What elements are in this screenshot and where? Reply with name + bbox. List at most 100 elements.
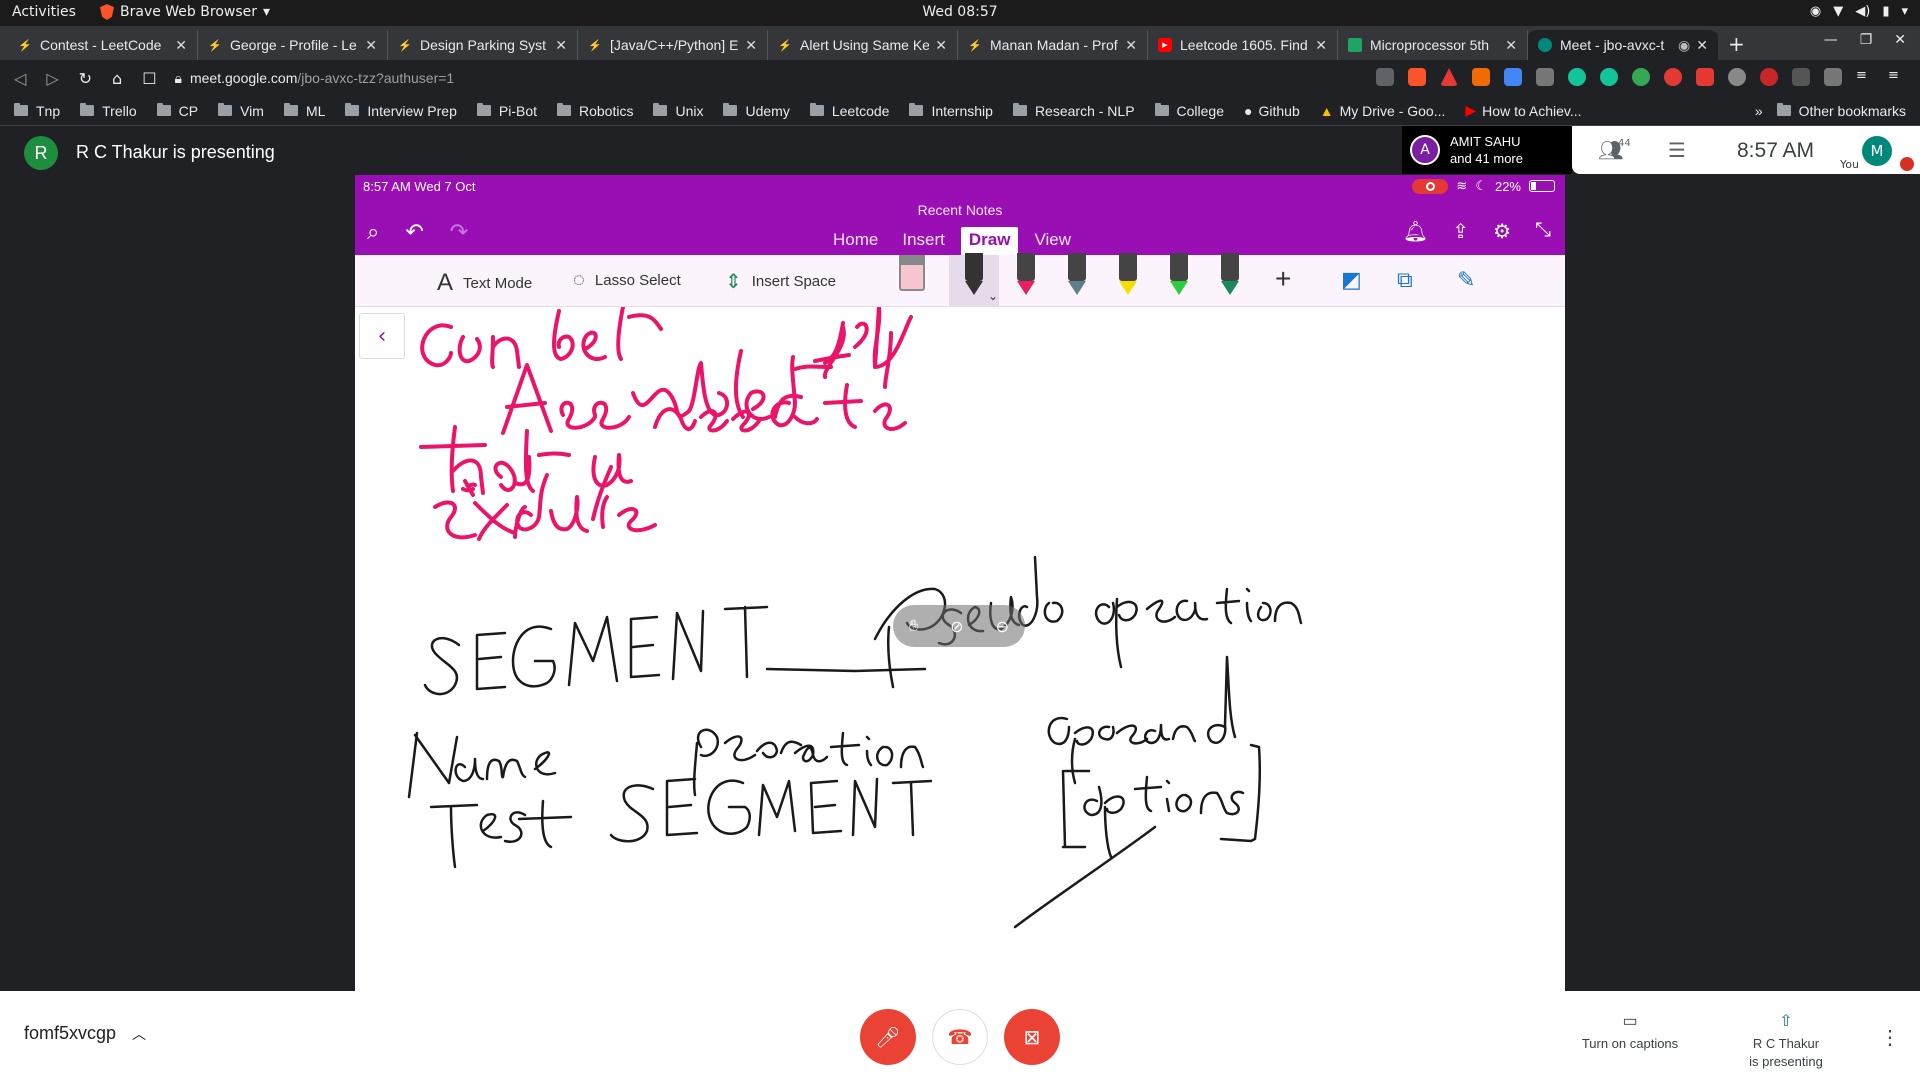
self-avatar[interactable]: M xyxy=(1862,136,1892,166)
translate-icon[interactable] xyxy=(1504,68,1522,86)
activities-button[interactable]: Activities xyxy=(12,4,76,20)
maximize-icon[interactable]: ❐ xyxy=(1860,32,1873,48)
lock-icon[interactable]: 🔒︎ xyxy=(175,70,182,87)
gear-icon[interactable]: ⚙ xyxy=(1493,219,1511,244)
bookmark-folder[interactable]: ML xyxy=(283,103,325,119)
close-icon[interactable]: ✕ xyxy=(745,37,757,54)
browser-tab[interactable]: ⚡ Contest - LeetCode ✕ xyxy=(8,30,198,60)
highlighter-yellow[interactable] xyxy=(1115,253,1141,297)
browser-tab[interactable]: ⚡ Design Parking Syst ✕ xyxy=(388,30,578,60)
insert-space-button[interactable]: ⇕ Insert Space xyxy=(725,269,836,294)
browser-tab[interactable]: Microprocessor 5th ✕ xyxy=(1338,30,1528,60)
text-mode-button[interactable]: A Text Mode xyxy=(437,269,532,297)
bookmark-folder[interactable]: Pi-Bot xyxy=(476,103,537,119)
participant-tile[interactable]: A AMIT SAHU and 41 more xyxy=(1402,126,1572,174)
bookmark-icon[interactable]: ☐ xyxy=(142,69,156,88)
close-icon[interactable]: ✕ xyxy=(175,37,187,54)
mic-off-icon[interactable]: ⊘ xyxy=(950,617,963,636)
browser-tab[interactable]: ⚡ Manan Madan - Prof ✕ xyxy=(958,30,1148,60)
extension-icon[interactable] xyxy=(1728,68,1746,86)
close-icon[interactable]: ✕ xyxy=(1505,37,1517,54)
close-window-icon[interactable]: ✕ xyxy=(1894,32,1906,48)
eraser-tool[interactable] xyxy=(899,255,925,291)
grammarly-icon[interactable] xyxy=(1600,68,1618,86)
url-field[interactable]: 🔒︎ meet.google.com /jbo-avxc-tzz?authuse… xyxy=(175,70,455,87)
mic-toggle-button[interactable]: 🎤︎ xyxy=(860,1009,916,1065)
brave-shields-icon[interactable] xyxy=(1408,68,1426,86)
browser-tab[interactable]: ▶ Leetcode 1605. Find ✕ xyxy=(1148,30,1338,60)
volume-icon[interactable]: ◀) xyxy=(1855,4,1870,19)
close-icon[interactable]: ✕ xyxy=(1696,37,1708,54)
bookmark-folder[interactable]: Unix xyxy=(653,103,703,119)
brave-rewards-icon[interactable] xyxy=(1440,68,1458,86)
lasso-select-button[interactable]: ◌ Lasso Select xyxy=(573,269,681,292)
bookmark-folder[interactable]: Interview Prep xyxy=(345,103,457,119)
bookmark-folder[interactable]: Udemy xyxy=(723,103,790,119)
pen-grey[interactable] xyxy=(1064,253,1090,297)
wifi-icon[interactable]: ▼ xyxy=(1833,4,1843,19)
back-icon[interactable]: ◁ xyxy=(14,69,26,88)
more-options-button[interactable]: ⋮ xyxy=(1880,1025,1900,1050)
extension-icon[interactable] xyxy=(1664,68,1682,86)
more-bookmarks-button[interactable]: » xyxy=(1755,103,1763,119)
power-icon[interactable]: ▾ xyxy=(1901,4,1908,19)
browser-tab[interactable]: ⚡ Alert Using Same Ke ✕ xyxy=(768,30,958,60)
collapse-icon[interactable]: ⤡ xyxy=(1535,219,1551,244)
queue-icon[interactable]: ≡ xyxy=(1856,68,1874,86)
convert-icon[interactable]: ⧉ xyxy=(1397,267,1413,293)
bookmark-folder[interactable]: Robotics xyxy=(557,103,633,119)
home-icon[interactable]: ⌂ xyxy=(112,69,122,88)
camera-icon[interactable] xyxy=(1376,68,1394,86)
grammarly-icon[interactable] xyxy=(1568,68,1586,86)
highlighter-green[interactable] xyxy=(1166,253,1192,297)
bell-icon[interactable]: 🔔︎ xyxy=(1403,219,1428,244)
close-icon[interactable]: ✕ xyxy=(1125,37,1137,54)
chat-icon[interactable]: ☰ xyxy=(1668,138,1686,162)
camera-toggle-button[interactable]: ⊠ xyxy=(1004,1009,1060,1065)
ruler-icon[interactable]: ✎ xyxy=(1457,267,1475,293)
tab-draw[interactable]: Draw xyxy=(960,227,1019,256)
browser-tab[interactable]: ⚡ [Java/C++/Python] E ✕ xyxy=(578,30,768,60)
captions-button[interactable]: ▭ Turn on captions xyxy=(1570,1013,1690,1053)
share-icon[interactable]: ⇪ xyxy=(1452,219,1469,244)
play-icon[interactable] xyxy=(1824,68,1842,86)
close-icon[interactable]: ✕ xyxy=(365,37,377,54)
other-bookmarks[interactable]: Other bookmarks xyxy=(1776,103,1906,119)
pen-pink[interactable] xyxy=(1013,253,1039,297)
chevron-down-icon[interactable]: ⌄ xyxy=(988,289,998,303)
note-canvas[interactable]: ‹ ✋︎ ⊘ ⊖ xyxy=(355,307,1565,991)
leave-call-button[interactable]: ☎︎ xyxy=(932,1009,988,1065)
menu-icon[interactable]: ≡ xyxy=(1888,68,1906,86)
recent-notes-button[interactable]: Recent Notes xyxy=(355,202,1565,218)
close-icon[interactable]: ✕ xyxy=(935,37,947,54)
extension-icon[interactable] xyxy=(1760,68,1778,86)
presenting-button[interactable]: ⇧ R C Thakur is presenting xyxy=(1726,1013,1846,1071)
close-icon[interactable]: ✕ xyxy=(1315,37,1327,54)
redo-icon[interactable]: ↷ xyxy=(450,219,468,245)
search-icon[interactable]: ⌕ xyxy=(367,219,379,245)
browser-tab[interactable]: ⚡ George - Profile - Le ✕ xyxy=(198,30,388,60)
shapes-icon[interactable]: ◩ xyxy=(1341,267,1362,293)
minus-icon[interactable]: ⊖ xyxy=(996,617,1009,636)
tab-view[interactable]: View xyxy=(1026,227,1079,256)
bookmark-folder[interactable]: Tnp xyxy=(14,103,60,119)
extension-icon[interactable] xyxy=(1472,68,1490,86)
bookmark-folder[interactable]: College xyxy=(1154,103,1224,119)
minimize-icon[interactable]: — xyxy=(1824,32,1838,48)
pen-black[interactable] xyxy=(961,253,987,297)
undo-icon[interactable]: ↶ xyxy=(405,219,423,245)
app-menu[interactable]: Brave Web Browser ▾ xyxy=(100,4,270,20)
add-pen-icon[interactable]: + xyxy=(1275,263,1291,295)
shield-icon[interactable] xyxy=(1696,68,1714,86)
bookmark-folder[interactable]: Leetcode xyxy=(809,103,889,119)
system-tray[interactable]: ◉ ▼ ◀) ▮ ▾ xyxy=(1810,4,1908,19)
reload-icon[interactable]: ↻ xyxy=(79,69,92,88)
pen-dark-green[interactable] xyxy=(1217,253,1243,297)
bookmark-folder[interactable]: Trello xyxy=(80,103,137,119)
tab-home[interactable]: Home xyxy=(825,227,886,256)
battery-icon[interactable]: ▮ xyxy=(1882,4,1889,19)
calendar-icon[interactable] xyxy=(1792,68,1810,86)
bookmark-link-howto[interactable]: ▶ How to Achiev... xyxy=(1465,102,1581,119)
bookmark-link-drive[interactable]: ▲ My Drive - Goo... xyxy=(1320,103,1446,119)
new-tab-button[interactable]: + xyxy=(1718,32,1755,60)
